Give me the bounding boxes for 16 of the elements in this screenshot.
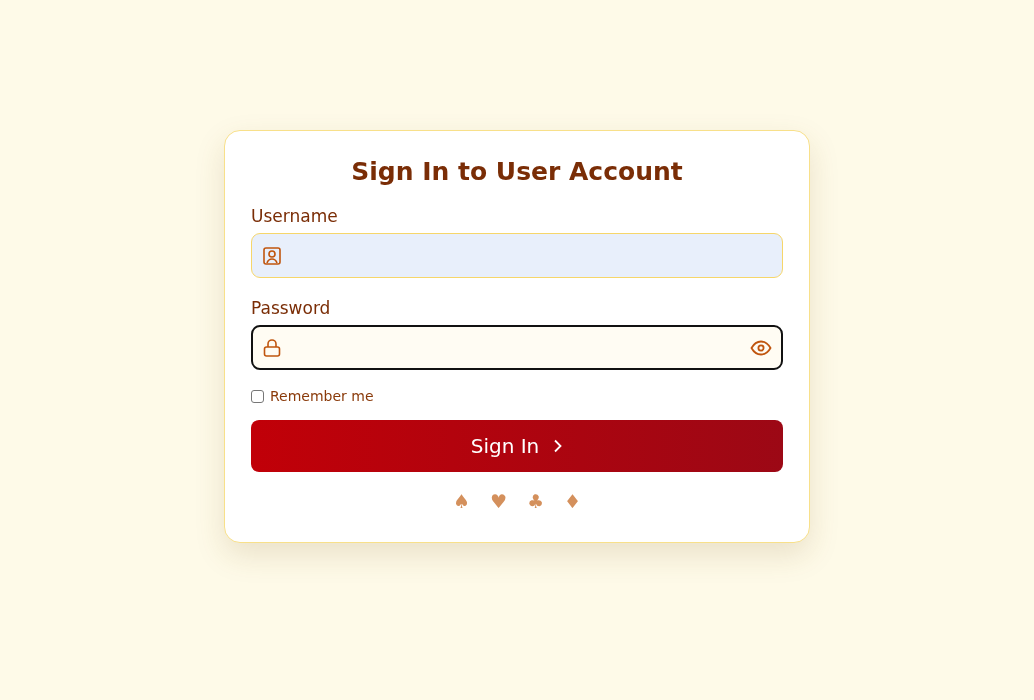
card-suit: ♥: [489, 490, 507, 512]
user-icon: [262, 245, 282, 266]
field-label: Password: [251, 298, 332, 318]
card-suit: ♦: [564, 490, 582, 512]
lock-icon: [262, 337, 282, 358]
remember-label: Remember me: [270, 388, 374, 404]
field-label: Username: [251, 206, 339, 226]
sign-in-button[interactable]: Sign In: [251, 420, 783, 472]
card-suit: ♠: [452, 490, 470, 512]
chevron-icon: [553, 439, 564, 453]
remember-checkbox[interactable]: [251, 389, 264, 403]
username-field[interactable]: [251, 233, 783, 278]
password-field[interactable]: [251, 325, 783, 370]
show-password-icon[interactable]: [750, 339, 772, 356]
form-title: Sign In to User Account: [350, 157, 684, 186]
card-suit: ♣: [527, 490, 545, 512]
